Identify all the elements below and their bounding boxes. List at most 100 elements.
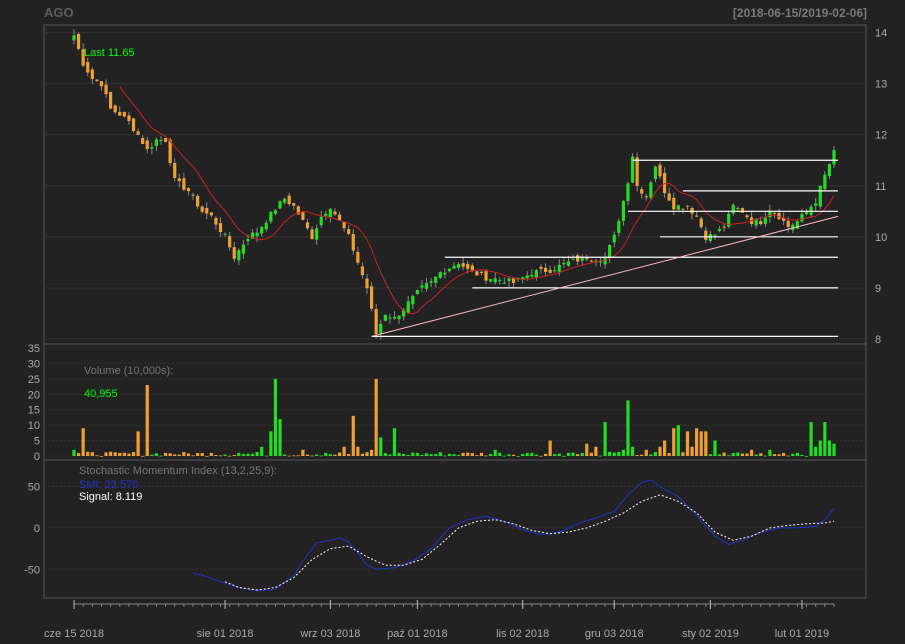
volume-bar <box>759 453 763 456</box>
volume-bar <box>397 452 401 456</box>
volume-bar <box>502 455 506 457</box>
candle-up <box>392 316 397 319</box>
volume-bar <box>612 452 616 456</box>
volume-bar <box>278 418 282 456</box>
volume-bar <box>232 454 236 456</box>
volume-bar <box>452 454 456 456</box>
candle-up <box>411 295 415 305</box>
volume-bar <box>823 422 827 456</box>
volume-bar <box>392 428 397 456</box>
volume-bar <box>475 455 479 456</box>
volume-bar <box>228 455 232 457</box>
volume-bar <box>76 453 81 456</box>
volume-bar <box>388 454 392 456</box>
volume-tick-label: 0 <box>34 451 40 463</box>
price-tick-label: 12 <box>875 130 887 142</box>
candle-up <box>566 261 571 266</box>
candle-up <box>818 185 822 207</box>
candle-up <box>383 314 387 321</box>
candle-up <box>255 232 259 237</box>
price-tick-label: 13 <box>875 79 887 91</box>
volume-tick-label: 10 <box>28 420 40 432</box>
volume-bar <box>145 385 149 456</box>
candle-up <box>443 272 447 275</box>
volume-bar <box>727 455 731 457</box>
volume-bar <box>617 451 621 456</box>
volume-bar <box>90 452 94 456</box>
volume-bar <box>690 446 694 456</box>
volume-bar <box>635 455 639 456</box>
candle-up <box>264 222 268 230</box>
volume-bar <box>745 453 749 456</box>
volume-bar <box>594 446 598 456</box>
volume-bar <box>667 453 671 456</box>
candle-down <box>218 223 223 233</box>
volume-bar <box>264 455 268 457</box>
volume-bar <box>163 452 168 456</box>
volume-bar <box>580 452 584 456</box>
candle-up <box>319 216 323 226</box>
volume-bar <box>72 449 76 456</box>
volume-bar <box>337 452 342 456</box>
volume-bar <box>255 451 259 456</box>
candle-down <box>333 211 337 215</box>
candle-up <box>498 279 502 281</box>
x-axis-label: sie 01 2018 <box>197 628 254 640</box>
volume-bar <box>443 455 447 457</box>
candle-up <box>557 264 561 272</box>
volume-bar <box>434 454 438 456</box>
volume-bar <box>447 453 452 456</box>
candle-up <box>447 268 452 272</box>
candle-up <box>424 283 429 289</box>
volume-bar <box>576 454 580 456</box>
candle-down <box>209 212 213 216</box>
volume-bar <box>191 455 195 457</box>
candle-up <box>452 265 456 269</box>
volume-bar <box>122 452 126 456</box>
candle-down <box>356 251 360 263</box>
candle-down <box>722 226 726 228</box>
candle-up <box>653 166 658 180</box>
volume-bar <box>218 455 223 457</box>
candle-up <box>493 278 497 283</box>
volume-bar <box>365 452 369 456</box>
volume-bar <box>99 455 104 457</box>
candle-down <box>131 118 136 131</box>
candle-up <box>388 317 392 319</box>
volume-bar <box>777 454 781 456</box>
volume-bar <box>369 449 374 456</box>
volume-bar <box>127 453 131 456</box>
candle-down <box>292 203 296 206</box>
volume-bar <box>722 452 726 456</box>
candle-down <box>109 91 113 109</box>
candle-up <box>823 174 827 190</box>
volume-bar <box>685 431 690 456</box>
volume-bar <box>177 454 181 456</box>
candle-down <box>141 137 145 145</box>
volume-bar <box>273 378 278 456</box>
volume-bar <box>379 437 383 456</box>
candle-up <box>814 203 818 206</box>
volume-bar <box>315 454 319 456</box>
candle-up <box>328 208 332 217</box>
candle-up <box>456 264 461 268</box>
signal-value-label: Signal: 8.119 <box>79 491 142 503</box>
candle-down <box>589 260 593 262</box>
candle-down <box>699 218 703 228</box>
volume-bar <box>438 452 442 456</box>
volume-bar <box>708 454 712 456</box>
candle-up <box>241 244 245 254</box>
candle-up <box>246 238 250 242</box>
candle-up <box>278 201 282 209</box>
candle-down <box>681 208 685 210</box>
volume-bar <box>704 431 708 456</box>
volume-label: Volume (10,000s): <box>84 365 173 377</box>
volume-bar <box>214 454 218 456</box>
candle-up <box>269 211 273 222</box>
volume-bar <box>749 449 754 456</box>
volume-bar <box>562 455 566 457</box>
volume-bar <box>250 453 255 456</box>
volume-bar <box>260 446 264 456</box>
volume-bar <box>768 449 772 456</box>
candle-down <box>644 196 648 198</box>
